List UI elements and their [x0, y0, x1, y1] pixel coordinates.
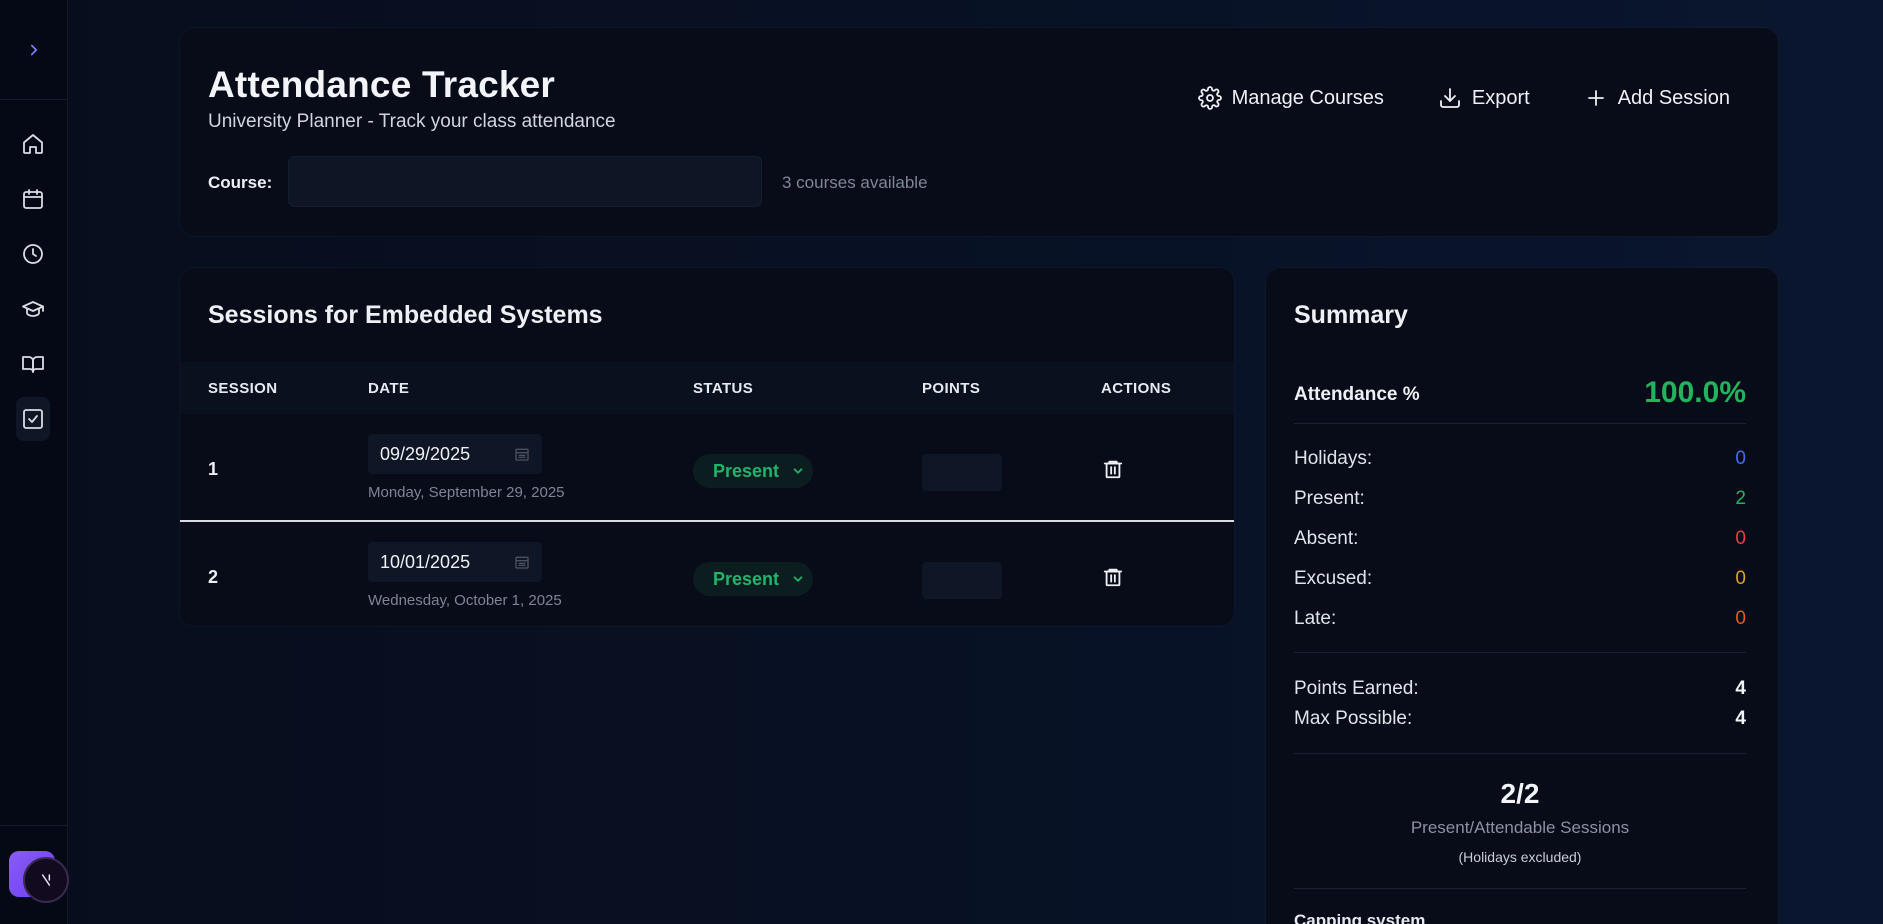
calendar-picker-icon[interactable] — [514, 446, 530, 462]
header-card: Attendance Tracker University Planner - … — [180, 28, 1778, 236]
capping-system-heading: Capping system — [1294, 911, 1426, 924]
sidebar-item-courses[interactable] — [16, 287, 50, 331]
status-value: Present — [713, 568, 780, 589]
stat-label: Holidays: — [1294, 448, 1373, 469]
summary-title: Summary — [1294, 301, 1408, 329]
status-select[interactable]: Present — [693, 562, 813, 596]
stat-value: 0 — [1735, 448, 1746, 469]
stat-late: Late: 0 — [1294, 608, 1746, 632]
sidebar — [0, 0, 69, 924]
page-title: Attendance Tracker — [208, 64, 556, 105]
sessions-ratio-label: Present/Attendable Sessions — [1410, 818, 1630, 837]
avatar-logo-icon — [41, 874, 51, 886]
sidebar-expand-button[interactable] — [0, 0, 68, 100]
sessions-ratio: 2/2 — [1500, 778, 1540, 809]
book-open-icon — [22, 356, 44, 373]
stat-present: Present: 2 — [1294, 488, 1746, 512]
points-earned-value: 4 — [1735, 678, 1746, 699]
table-row: 1 09/29/2025 Monday, September 29, 2025 … — [180, 414, 1234, 522]
session-number: 1 — [208, 459, 219, 479]
date-input[interactable]: 09/29/2025 — [368, 434, 542, 474]
sidebar-footer — [0, 825, 69, 924]
chevron-down-icon — [793, 468, 803, 474]
user-avatar[interactable] — [9, 851, 69, 903]
export-label: Export — [1471, 86, 1530, 109]
calendar-icon — [23, 189, 43, 209]
max-possible-row: Max Possible: 4 — [1294, 708, 1746, 730]
manage-courses-button[interactable]: Manage Courses — [1197, 86, 1384, 110]
stat-excused: Excused: 0 — [1294, 568, 1746, 592]
date-long: Monday, September 29, 2025 — [368, 484, 565, 501]
points-input[interactable] — [922, 454, 1002, 491]
date-input[interactable]: 10/01/2025 — [368, 542, 542, 582]
table-row: 2 10/01/2025 Wednesday, October 1, 2025 … — [180, 522, 1234, 626]
summary-divider — [1294, 888, 1746, 889]
points-input[interactable] — [922, 562, 1002, 599]
trash-icon[interactable] — [1102, 457, 1124, 481]
column-header-points: POINTS — [922, 380, 981, 397]
trash-icon[interactable] — [1102, 565, 1124, 589]
page-subtitle: University Planner - Track your class at… — [208, 111, 616, 132]
course-label: Course: — [208, 173, 273, 192]
stat-label: Excused: — [1294, 568, 1373, 589]
sessions-ratio-note: (Holidays excluded) — [1458, 849, 1582, 865]
summary-divider — [1294, 652, 1746, 653]
date-long: Wednesday, October 1, 2025 — [368, 592, 562, 609]
status-select[interactable]: Present — [693, 454, 813, 488]
max-possible-value: 4 — [1735, 708, 1746, 729]
sidebar-item-home[interactable] — [16, 122, 50, 166]
plus-icon — [1587, 90, 1604, 106]
sidebar-item-clock[interactable] — [16, 232, 50, 276]
date-value: 10/01/2025 — [380, 551, 471, 572]
summary-divider — [1294, 753, 1746, 754]
chevron-down-icon — [793, 576, 803, 582]
check-square-icon — [23, 409, 43, 429]
date-value: 09/29/2025 — [380, 443, 471, 464]
export-button[interactable]: Export — [1438, 86, 1530, 110]
add-session-label: Add Session — [1617, 86, 1730, 109]
stat-value: 2 — [1735, 488, 1746, 509]
stat-label: Present: — [1294, 488, 1365, 509]
sidebar-item-attendance[interactable] — [16, 397, 50, 441]
sessions-title: Sessions for Embedded Systems — [208, 301, 603, 329]
sidebar-item-calendar[interactable] — [16, 177, 50, 221]
summary-card: Summary Attendance % 100.0% Holidays: 0 … — [1266, 268, 1778, 924]
stat-value: 0 — [1735, 608, 1746, 629]
max-possible-label: Max Possible: — [1294, 708, 1413, 729]
stat-value: 0 — [1735, 528, 1746, 549]
stat-label: Late: — [1294, 608, 1337, 629]
course-select[interactable] — [288, 156, 762, 207]
sessions-card: Sessions for Embedded Systems SESSION DA… — [180, 268, 1234, 626]
session-number: 2 — [208, 567, 219, 587]
download-icon — [1439, 88, 1460, 108]
column-header-status: STATUS — [693, 380, 754, 397]
attendance-label: Attendance % — [1294, 384, 1420, 405]
stat-value: 0 — [1735, 568, 1746, 589]
points-earned-row: Points Earned: 4 — [1294, 678, 1746, 700]
attendance-row: Attendance % 100.0% — [1294, 376, 1746, 424]
sidebar-nav — [16, 122, 50, 452]
stat-holidays: Holidays: 0 — [1294, 448, 1746, 472]
points-earned-label: Points Earned: — [1294, 678, 1419, 699]
header-actions: Manage Courses Export Add Session — [1197, 86, 1730, 110]
course-count: 3 courses available — [782, 173, 928, 192]
stat-label: Absent: — [1294, 528, 1359, 549]
column-header-session: SESSION — [208, 380, 278, 397]
manage-courses-label: Manage Courses — [1231, 86, 1384, 109]
home-icon — [23, 134, 43, 154]
column-header-actions: ACTIONS — [1101, 380, 1172, 397]
calendar-picker-icon[interactable] — [514, 554, 530, 570]
add-session-button[interactable]: Add Session — [1584, 86, 1730, 110]
graduation-cap-icon — [22, 301, 44, 317]
chevron-right-icon — [30, 44, 38, 55]
sidebar-item-notes[interactable] — [16, 342, 50, 386]
stat-absent: Absent: 0 — [1294, 528, 1746, 552]
table-header: SESSION DATE STATUS POINTS ACTIONS — [180, 362, 1234, 414]
attendance-percentage: 100.0% — [1644, 376, 1746, 409]
column-header-date: DATE — [368, 380, 410, 397]
status-value: Present — [713, 460, 780, 481]
avatar — [23, 857, 69, 903]
gear-icon — [1197, 86, 1222, 110]
clock-icon — [23, 244, 43, 264]
